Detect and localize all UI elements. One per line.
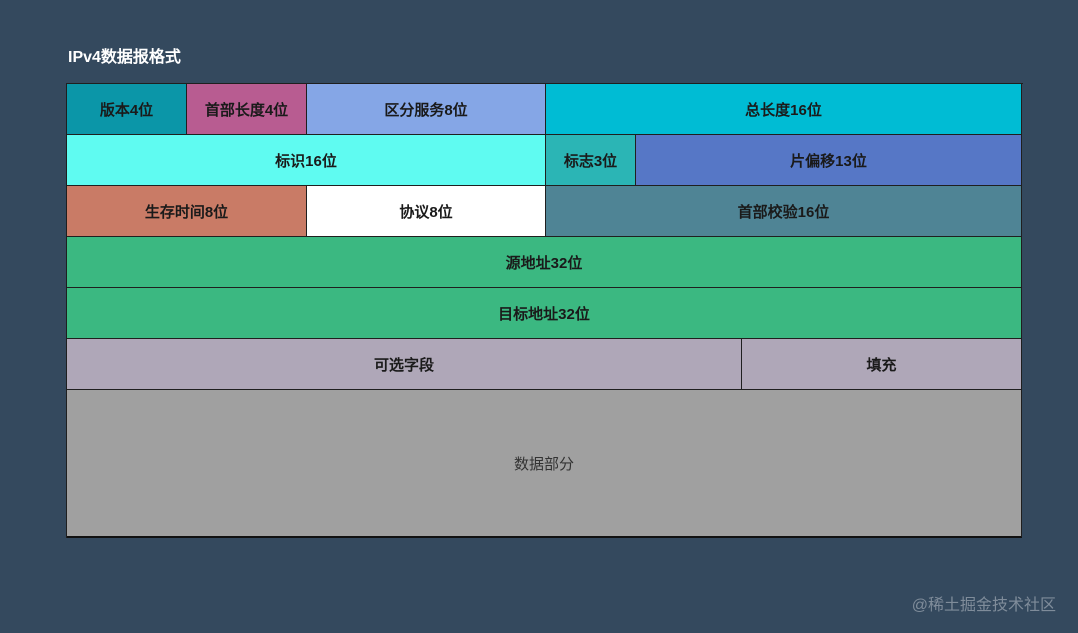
row-7: 数据部分 xyxy=(67,390,1023,538)
field-data: 数据部分 xyxy=(67,390,1022,538)
row-1: 版本4位 首部长度4位 区分服务8位 总长度16位 xyxy=(67,84,1023,135)
field-dscp: 区分服务8位 xyxy=(307,84,546,135)
row-5: 目标地址32位 xyxy=(67,288,1023,339)
watermark: @稀土掘金技术社区 xyxy=(911,597,1056,614)
field-identification: 标识16位 xyxy=(67,135,546,186)
field-destination-address: 目标地址32位 xyxy=(67,288,1022,339)
diagram-title: IPv4数据报格式 xyxy=(68,49,181,66)
field-flags: 标志3位 xyxy=(546,135,636,186)
ipv4-header-grid: 版本4位 首部长度4位 区分服务8位 总长度16位 标识16位 标志3位 片偏移… xyxy=(66,83,1023,538)
field-header-checksum: 首部校验16位 xyxy=(546,186,1022,237)
row-6: 可选字段 填充 xyxy=(67,339,1023,390)
field-source-address: 源地址32位 xyxy=(67,237,1022,288)
field-header-length: 首部长度4位 xyxy=(187,84,307,135)
field-padding: 填充 xyxy=(742,339,1022,390)
row-4: 源地址32位 xyxy=(67,237,1023,288)
field-options: 可选字段 xyxy=(67,339,742,390)
field-total-length: 总长度16位 xyxy=(546,84,1022,135)
field-ttl: 生存时间8位 xyxy=(67,186,307,237)
field-protocol: 协议8位 xyxy=(307,186,546,237)
row-2: 标识16位 标志3位 片偏移13位 xyxy=(67,135,1023,186)
field-version: 版本4位 xyxy=(67,84,187,135)
row-3: 生存时间8位 协议8位 首部校验16位 xyxy=(67,186,1023,237)
field-fragment-offset: 片偏移13位 xyxy=(636,135,1022,186)
